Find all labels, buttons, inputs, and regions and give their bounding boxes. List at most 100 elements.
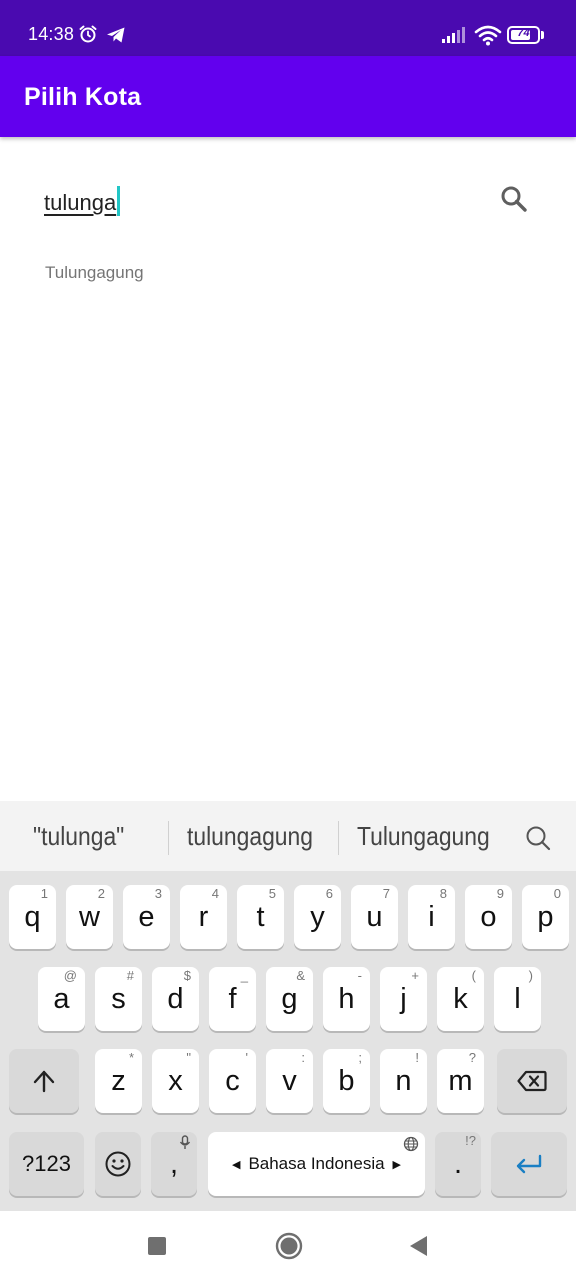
key-hint: + [411,968,419,983]
key-n[interactable]: n! [380,1049,427,1113]
key-t[interactable]: t5 [237,885,284,949]
symbols-key[interactable]: ?123 [9,1132,84,1196]
key-hint: # [126,968,134,983]
key-b[interactable]: b; [323,1049,370,1113]
key-p[interactable]: p0 [522,885,569,949]
key-h[interactable]: h- [323,967,370,1031]
suggestion-divider [168,821,169,855]
key-hint: : [301,1050,305,1065]
key-l[interactable]: l) [494,967,541,1031]
home-icon[interactable] [275,1232,303,1260]
key-label: h [338,982,355,1015]
comma-label: , [169,1147,179,1180]
emoji-icon [105,1151,131,1177]
key-label: g [281,982,298,1015]
keyboard-suggestion[interactable]: Tulungagung [357,821,490,852]
key-j[interactable]: j + [380,967,427,1031]
key-hint: 1 [40,886,48,901]
key-g[interactable]: g & [266,967,313,1031]
key-f[interactable]: f _ [209,967,256,1031]
shift-key[interactable] [9,1049,79,1113]
page-title: Pilih Kota [24,83,142,111]
key-label: s [111,982,126,1015]
period-label: . [453,1147,463,1180]
search-input-value: tulunga [44,186,121,216]
shift-icon [33,1070,55,1093]
key-hint: & [296,968,305,983]
key-label: n [395,1064,412,1097]
globe-icon [403,1136,419,1152]
comma-key[interactable]: , [151,1132,197,1196]
key-k[interactable]: k( [437,967,484,1031]
key-hint: _ [240,968,248,983]
key-u[interactable]: u7 [351,885,398,949]
enter-icon [516,1154,542,1174]
key-hint: 3 [154,886,162,901]
key-c[interactable]: c ' [209,1049,256,1113]
battery-level: 74 [517,27,530,39]
space-right-arrow-icon: ▶ [392,1158,402,1171]
space-left-arrow-icon: ◀ [231,1158,241,1171]
backspace-key[interactable] [497,1049,567,1113]
key-hint: ; [358,1050,362,1065]
key-e[interactable]: e3 [123,885,170,949]
alarm-icon [79,25,97,43]
key-i[interactable]: i8 [408,885,455,949]
city-suggestion-item[interactable]: Tulungagung [45,263,144,283]
signal-icon [442,27,465,43]
keyboard: q1w2e3r4t5y6u7i8o9p0 a @ s # d $ f _ g & h - j + k(l) … [0,871,576,1211]
emoji-key[interactable] [95,1132,141,1196]
battery-tip [541,31,544,39]
key-m[interactable]: m? [437,1049,484,1113]
key-r[interactable]: r4 [180,885,227,949]
backspace-icon [517,1070,547,1092]
status-bar: 14:38 74 [0,0,576,56]
wifi-icon [474,25,502,46]
key-label: a [53,982,70,1015]
app-bar: Pilih Kota [0,56,576,137]
key-label: l [514,982,521,1015]
search-input[interactable]: tulunga [44,180,484,224]
search-value-text: tulunga [44,190,117,215]
key-hint: 2 [97,886,105,901]
navigation-bar [0,1211,576,1280]
key-y[interactable]: y6 [294,885,341,949]
status-time: 14:38 [28,24,75,44]
suggestion-divider [338,821,339,855]
key-label: k [453,982,468,1015]
key-hint: 7 [382,886,390,901]
space-language-label: Bahasa Indonesia [248,1154,385,1173]
key-label: y [310,900,325,933]
key-label: m [448,1064,473,1097]
key-v[interactable]: v: [266,1049,313,1113]
space-key[interactable]: ◀ Bahasa Indonesia ▶ [208,1132,425,1196]
key-a[interactable]: a @ [38,967,85,1031]
keyboard-suggestion[interactable]: "tulunga" [33,821,124,852]
keyboard-search-icon[interactable] [524,824,552,852]
key-label: f [228,982,237,1015]
key-hint: ? [468,1050,476,1065]
key-hint: 9 [496,886,504,901]
back-icon[interactable] [407,1234,429,1258]
recent-apps-icon[interactable] [148,1237,166,1255]
key-q[interactable]: q1 [9,885,56,949]
search-icon[interactable] [494,180,534,220]
key-x[interactable]: x " [152,1049,199,1113]
key-s[interactable]: s # [95,967,142,1031]
key-d[interactable]: d $ [152,967,199,1031]
keyboard-suggestion[interactable]: tulungagung [187,821,313,852]
keyboard-suggestion-bar: "tulunga" tulungagung Tulungagung [0,801,576,871]
screen: 14:38 74 Pilih Kota tulunga Tulungagung … [0,0,576,1280]
key-w[interactable]: w2 [66,885,113,949]
key-hint: $ [183,968,191,983]
key-hint: 4 [211,886,219,901]
key-label: r [198,900,209,933]
period-key[interactable]: . !? [435,1132,481,1196]
key-label: w [79,900,100,933]
enter-key[interactable] [491,1132,567,1196]
key-hint: ' [245,1050,248,1065]
key-o[interactable]: o9 [465,885,512,949]
key-z[interactable]: z * [95,1049,142,1113]
key-label: p [537,900,554,933]
key-hint: * [128,1050,134,1065]
